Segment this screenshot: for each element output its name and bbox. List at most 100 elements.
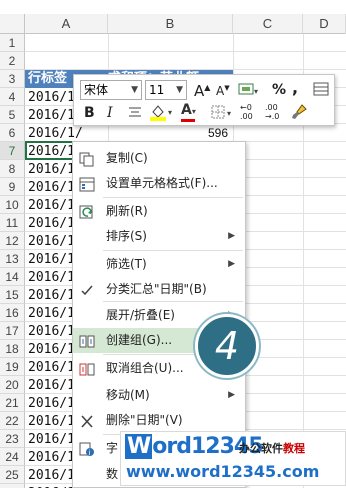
row-header-7[interactable]: 7 — [0, 142, 25, 160]
mini-toolbar: 宋体 ▼ 11 ▼ A▲ A▼ ▾ % , B I ▾ A▾ ▾ ←0.00 .… — [73, 74, 335, 126]
menu-item-2[interactable]: 设置单元格格式(F)... — [73, 171, 245, 196]
clear-format-button[interactable] — [290, 103, 308, 125]
row-header-10[interactable]: 10 — [0, 196, 25, 214]
row-header-24[interactable]: 24 — [0, 448, 25, 466]
row-header-11[interactable]: 11 — [0, 214, 25, 232]
column-header-b[interactable]: B — [108, 14, 233, 34]
font-color-button[interactable]: A▾ — [181, 102, 196, 122]
menu-item-label: 筛选(T) — [106, 257, 147, 271]
column-header-d[interactable]: D — [303, 14, 346, 34]
menu-item-label: 移动(M) — [106, 388, 150, 402]
fill-color-button[interactable]: ▾ — [149, 103, 175, 125]
svg-text:▾: ▾ — [227, 109, 231, 118]
menu-item-label: 展开/折叠(E) — [106, 308, 175, 322]
menu-item-10[interactable]: 移动(M) ▶ — [73, 383, 245, 408]
select-all-corner[interactable] — [0, 14, 25, 34]
menu-item-label: 分类汇总"日期"(B) — [106, 282, 207, 296]
italic-button[interactable]: I — [107, 105, 113, 121]
grid-row — [25, 52, 346, 70]
font-name-value: 宋体 — [84, 83, 109, 97]
row-header-22[interactable]: 22 — [0, 412, 25, 430]
row-header-17[interactable]: 17 — [0, 322, 25, 340]
table-format-icon — [313, 82, 329, 96]
submenu-arrow-icon: ▶ — [228, 390, 235, 400]
menu-item-11[interactable]: 删除"日期"(V) — [73, 408, 245, 433]
decrease-decimal-button[interactable]: .00 →.0 — [265, 103, 279, 121]
row-header-20[interactable]: 20 — [0, 376, 25, 394]
watermark-logo: Word12345 办公软件教程 www.word12345.com — [120, 431, 346, 486]
menu-item-label: 删除"日期"(V) — [106, 413, 183, 427]
delete-x-icon — [79, 413, 95, 428]
comma-style-button[interactable]: , — [292, 78, 298, 97]
row-header-4[interactable]: 4 — [0, 88, 25, 106]
borders-button[interactable]: ▾ — [211, 104, 235, 124]
font-color-letter: A — [181, 102, 192, 118]
menu-item-6[interactable]: 分类汇总"日期"(B) — [73, 277, 245, 302]
submenu-arrow-icon: ▶ — [228, 259, 235, 269]
row-header-8[interactable]: 8 — [0, 160, 25, 178]
menu-item-label: 设置单元格格式(F)... — [106, 176, 218, 190]
menu-item-label: 数 — [106, 467, 119, 481]
menu-separator — [103, 250, 243, 251]
row-header-25[interactable]: 25 — [0, 466, 25, 484]
row-header-5[interactable]: 5 — [0, 106, 25, 124]
align-center-button[interactable] — [128, 105, 142, 123]
svg-text:▾: ▾ — [254, 87, 258, 96]
bold-button[interactable]: B — [84, 105, 95, 121]
format-painter-button[interactable] — [312, 81, 330, 101]
grow-font-button[interactable]: A▲ — [194, 82, 210, 100]
menu-item-label: 字 — [106, 441, 119, 455]
cell-a-date[interactable]: 2016/1/3 — [28, 125, 82, 142]
increase-decimal-button[interactable]: ←0.00 — [240, 103, 253, 121]
number-format-button[interactable]: ▾ — [238, 81, 260, 101]
column-header-a[interactable]: A — [25, 14, 108, 34]
font-size-dropdown[interactable]: 11 ▼ — [145, 80, 187, 100]
svg-text:i: i — [88, 449, 90, 457]
menu-item-3[interactable]: 刷新(R) — [73, 199, 245, 224]
row-header-2[interactable]: 2 — [0, 52, 25, 70]
row-header-6[interactable]: 6 — [0, 124, 25, 142]
row-header-14[interactable]: 14 — [0, 268, 25, 286]
chevron-down-icon: ▼ — [176, 85, 183, 95]
ungroup-icon — [79, 361, 95, 376]
format-cells-icon — [79, 176, 95, 192]
row-header-15[interactable]: 15 — [0, 286, 25, 304]
currency-format-icon: ▾ — [238, 83, 258, 96]
menu-item-label: 创建组(G)... — [106, 333, 173, 347]
menu-item-label: 复制(C) — [106, 151, 148, 165]
percent-style-button[interactable]: % — [272, 82, 286, 98]
menu-item-label: 刷新(R) — [106, 204, 148, 218]
fill-color-icon: ▾ — [150, 105, 172, 121]
row-header-12[interactable]: 12 — [0, 232, 25, 250]
shrink-font-button[interactable]: A▼ — [216, 84, 230, 98]
column-header-c[interactable]: C — [233, 14, 303, 34]
align-center-icon — [129, 107, 141, 117]
refresh-icon — [79, 204, 95, 219]
paintbrush-icon — [292, 104, 307, 119]
row-header-13[interactable]: 13 — [0, 250, 25, 268]
row-header-23[interactable]: 23 — [0, 430, 25, 448]
borders-icon: ▾ — [211, 105, 231, 119]
menu-item-label: 取消组合(U)... — [106, 361, 184, 375]
menu-separator — [103, 301, 243, 302]
row-header-19[interactable]: 19 — [0, 358, 25, 376]
row-header-16[interactable]: 16 — [0, 304, 25, 322]
menu-item-1[interactable]: 复制(C) — [73, 146, 245, 171]
cell-b6-value[interactable]: 596 — [150, 124, 228, 142]
row-header-18[interactable]: 18 — [0, 340, 25, 358]
row-header-26[interactable]: 26 — [0, 484, 25, 488]
menu-item-label: 排序(S) — [106, 229, 147, 243]
row-header-21[interactable]: 21 — [0, 394, 25, 412]
menu-item-5[interactable]: 筛选(T) ▶ — [73, 252, 245, 277]
font-name-dropdown[interactable]: 宋体 ▼ — [80, 80, 142, 100]
submenu-arrow-icon: ▶ — [228, 231, 235, 241]
copy-icon — [79, 151, 95, 167]
row-header-9[interactable]: 9 — [0, 178, 25, 196]
grid-row — [25, 34, 346, 52]
row-header-1[interactable]: 1 — [0, 34, 25, 52]
row-header-3[interactable]: 3 — [0, 70, 25, 88]
menu-separator — [103, 197, 243, 198]
row-labels-header[interactable]: 行标签 — [28, 70, 67, 88]
step-number-badge: 4 — [195, 314, 259, 378]
menu-item-4[interactable]: 排序(S) ▶ — [73, 224, 245, 249]
